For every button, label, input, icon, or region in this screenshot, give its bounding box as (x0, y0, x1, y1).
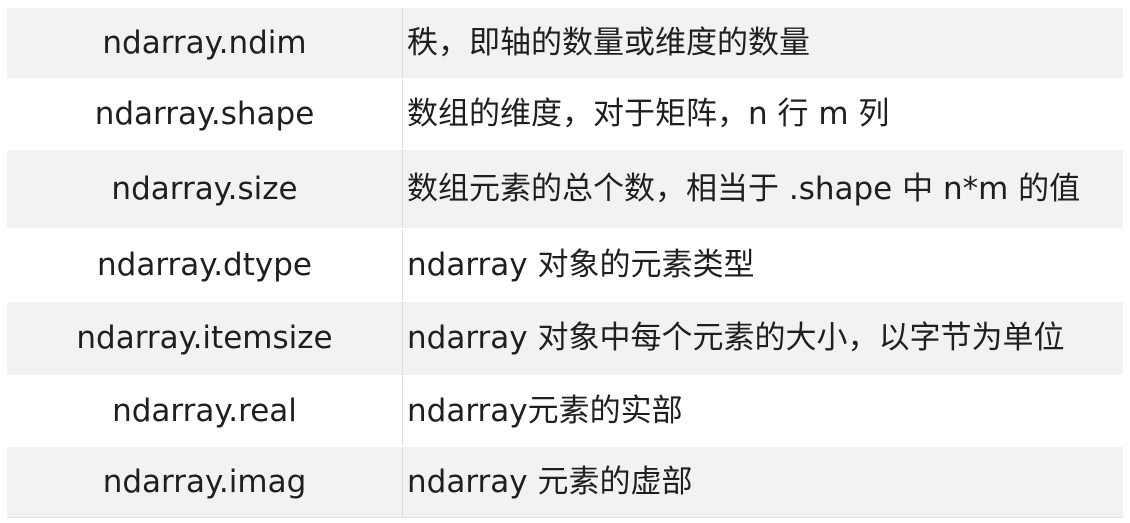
attribute-description: ndarray 元素的虚部 (402, 445, 1123, 518)
attribute-description: 秩，即轴的数量或维度的数量 (402, 6, 1123, 80)
attribute-description: 数组的维度，对于矩阵，n 行 m 列 (402, 78, 1123, 150)
table-row: ndarray.imag ndarray 元素的虚部 (7, 445, 1123, 518)
attribute-name: ndarray.real (7, 375, 403, 447)
attribute-description: ndarray 对象中每个元素的大小，以字节为单位 (402, 300, 1123, 377)
table-row: ndarray.real ndarray元素的实部 (7, 375, 1123, 447)
table-row: ndarray.ndim 秩，即轴的数量或维度的数量 (7, 6, 1123, 80)
attribute-description: ndarray元素的实部 (402, 375, 1123, 447)
attribute-name: ndarray.dtype (7, 228, 403, 302)
attribute-name: ndarray.shape (7, 78, 403, 150)
attribute-description: ndarray 对象的元素类型 (402, 228, 1123, 302)
attribute-name: ndarray.itemsize (7, 300, 403, 377)
attribute-name: ndarray.imag (7, 445, 403, 518)
attribute-table: ndarray.ndim 秩，即轴的数量或维度的数量 ndarray.shape… (7, 6, 1123, 518)
attribute-name: ndarray.ndim (7, 6, 403, 80)
attribute-description: 数组元素的总个数，相当于 .shape 中 n*m 的值 (402, 148, 1123, 230)
table-row: ndarray.size 数组元素的总个数，相当于 .shape 中 n*m 的… (7, 148, 1123, 230)
table-row: ndarray.itemsize ndarray 对象中每个元素的大小，以字节为… (7, 300, 1123, 377)
table-row: ndarray.shape 数组的维度，对于矩阵，n 行 m 列 (7, 78, 1123, 150)
table-row: ndarray.dtype ndarray 对象的元素类型 (7, 228, 1123, 302)
attribute-name: ndarray.size (7, 148, 403, 230)
